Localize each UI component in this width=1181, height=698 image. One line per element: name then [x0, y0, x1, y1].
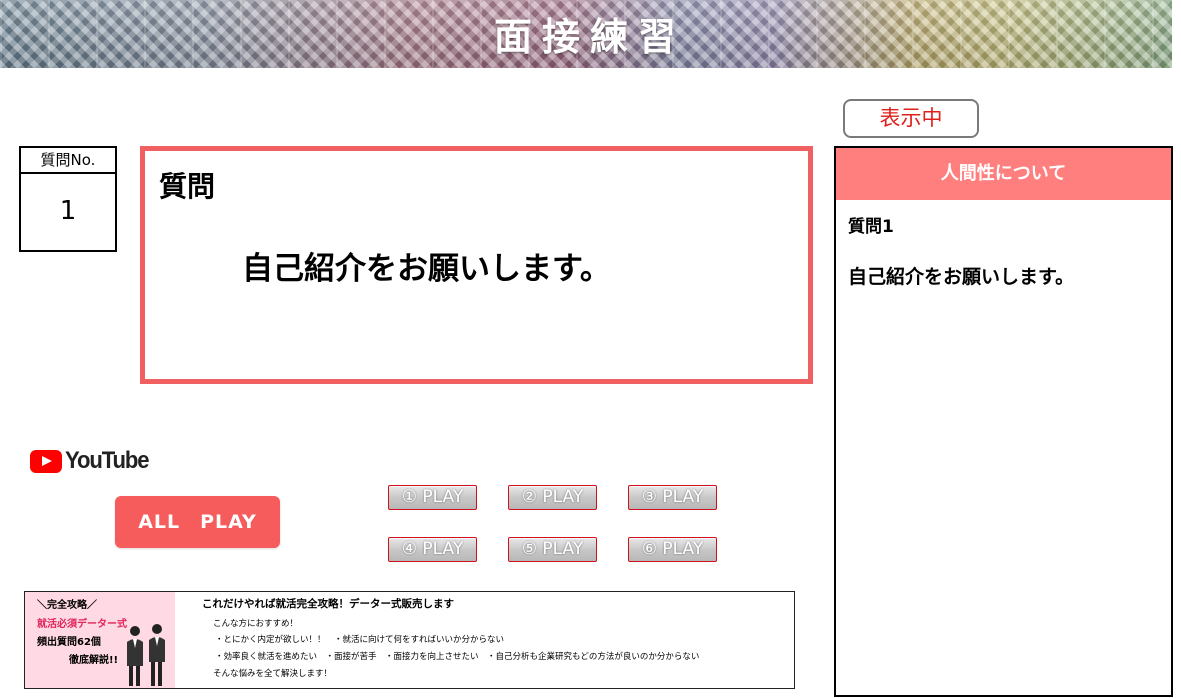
ad-line: こんな方におすすめ！ — [213, 619, 299, 629]
ad-product: 就活必須データー式 — [37, 619, 127, 630]
side-question-text[interactable]: 自己紹介をお願いします。 — [848, 262, 1074, 289]
question-number-label: 質問No. — [21, 148, 115, 174]
ad-title: これだけやれば就活完全攻略！データー式販売します — [202, 598, 454, 610]
youtube-play-icon — [30, 449, 62, 473]
play-button-4[interactable]: ④ PLAY — [388, 537, 477, 562]
all-play-button[interactable]: ALL PLAY — [115, 496, 280, 548]
question-text: 自己紹介をお願いします。 — [242, 251, 611, 287]
page-title: 面接練習 — [493, 15, 686, 59]
play-button-2[interactable]: ② PLAY — [508, 485, 597, 510]
question-list-panel: 人間性について 質問1 自己紹介をお願いします。 — [834, 146, 1173, 697]
ad-count: 頻出質問62個 — [37, 637, 101, 648]
header-banner: 面接練習 — [0, 0, 1172, 68]
youtube-logo-text: YouTube — [65, 447, 150, 474]
ad-line: ・効率良く就活を進めたい ・面接が苦手 ・面接力を向上させたい ・自己分析も企業… — [215, 652, 700, 662]
play-button-3[interactable]: ③ PLAY — [628, 485, 717, 510]
ad-banner[interactable]: ＼完全攻略／ 就活必須データー式 頻出質問62個 徹底解説!! これだけやれば就… — [24, 591, 795, 689]
ad-line: ・とにかく内定が欲しい！！ ・就活に向けて何をすればいいか分からない — [215, 635, 505, 645]
question-number-value: 1 — [59, 196, 77, 226]
category-header: 人間性について — [836, 148, 1171, 200]
ad-kicker: ＼完全攻略／ — [37, 600, 97, 611]
display-status-button[interactable]: 表示中 — [843, 99, 979, 138]
question-number-box: 質問No. 1 — [19, 146, 117, 252]
ad-left-panel: ＼完全攻略／ 就活必須データー式 頻出質問62個 徹底解説!! — [25, 592, 175, 688]
play-button-1[interactable]: ① PLAY — [388, 485, 477, 510]
business-people-icon — [127, 624, 165, 686]
ad-explain: 徹底解説!! — [69, 655, 119, 666]
play-button-6[interactable]: ⑥ PLAY — [628, 537, 717, 562]
question-heading: 質問 — [159, 170, 216, 203]
play-button-5[interactable]: ⑤ PLAY — [508, 537, 597, 562]
side-question-number[interactable]: 質問1 — [848, 212, 894, 237]
youtube-logo[interactable]: YouTube — [30, 447, 156, 475]
page: 面接練習 表示中 質問No. 1 質問 自己紹介をお願いします。 人間性について… — [0, 0, 1181, 698]
question-box: 質問 自己紹介をお願いします。 — [140, 146, 813, 384]
ad-line: そんな悩みを全て解決します！ — [213, 669, 333, 679]
